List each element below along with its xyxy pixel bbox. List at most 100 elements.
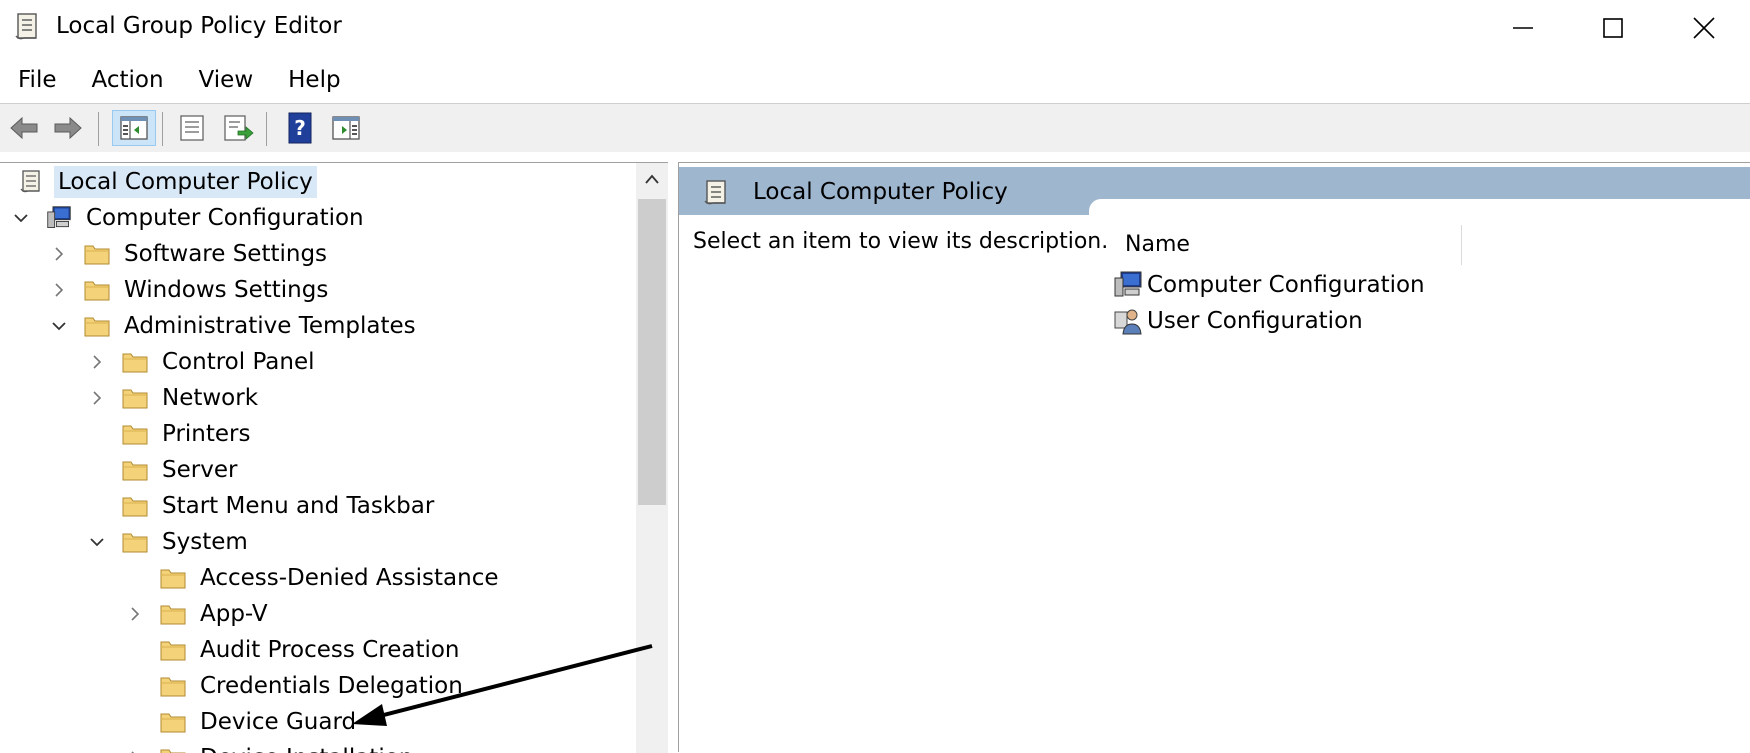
console-tree: Local Computer Policy Computer Configurat… xyxy=(0,163,636,753)
chevron-placeholder xyxy=(126,569,144,587)
list-item-user-configuration[interactable]: User Configuration xyxy=(1113,303,1363,339)
chevron-up-icon xyxy=(645,174,659,184)
properties-button[interactable] xyxy=(174,110,210,146)
chevron-right-icon[interactable] xyxy=(126,605,144,623)
chevron-down-icon[interactable] xyxy=(12,209,30,227)
folder-icon xyxy=(84,281,110,301)
tree-item[interactable]: Device Guard xyxy=(126,705,360,739)
back-button[interactable] xyxy=(6,110,42,146)
toolbar-separator xyxy=(98,112,99,146)
toolbar-separator xyxy=(162,112,163,146)
details-header-title: Local Computer Policy xyxy=(753,179,1008,205)
forward-button[interactable] xyxy=(50,110,86,146)
tree-item-label: Start Menu and Taskbar xyxy=(162,493,435,519)
list-item-computer-configuration[interactable]: Computer Configuration xyxy=(1113,267,1425,303)
show-hide-console-tree-button[interactable] xyxy=(112,110,156,146)
menu-action[interactable]: Action xyxy=(74,58,181,102)
chevron-right-icon[interactable] xyxy=(126,749,144,753)
details-pane: Local Computer Policy Select an item to … xyxy=(678,162,1750,752)
tree-item[interactable]: Control Panel xyxy=(88,345,319,379)
tree-item-label: Printers xyxy=(162,421,251,447)
tree-item-label: Software Settings xyxy=(124,241,328,267)
tree-item[interactable]: Windows Settings xyxy=(50,273,332,307)
tree-item-label: Local Computer Policy xyxy=(54,166,317,198)
chevron-down-icon[interactable] xyxy=(88,533,106,551)
folder-icon xyxy=(122,497,148,517)
menu-view[interactable]: View xyxy=(181,58,271,102)
tree-item[interactable]: Credentials Delegation xyxy=(126,669,467,703)
scroll-thumb[interactable] xyxy=(638,199,666,505)
close-button[interactable] xyxy=(1658,0,1750,56)
show-hide-action-pane-button[interactable] xyxy=(328,110,364,146)
tree-item[interactable]: Access-Denied Assistance xyxy=(126,561,502,595)
chevron-down-icon[interactable] xyxy=(50,317,68,335)
folder-icon xyxy=(84,245,110,265)
show-hide-console-tree-icon xyxy=(120,116,148,140)
tree-item-label: Device Installation xyxy=(196,742,417,753)
chevron-placeholder xyxy=(88,461,106,479)
tree-item-label: Administrative Templates xyxy=(124,313,416,339)
show-hide-action-pane-icon xyxy=(332,116,360,140)
folder-icon xyxy=(84,317,110,337)
tree-item[interactable]: Administrative Templates xyxy=(50,309,420,343)
minimize-button[interactable] xyxy=(1477,0,1569,56)
list-item-label: User Configuration xyxy=(1147,308,1363,334)
folder-icon xyxy=(160,677,186,697)
tree-item-label: Computer Configuration xyxy=(86,205,364,231)
folder-icon xyxy=(160,641,186,661)
scroll-up-button[interactable] xyxy=(636,163,668,195)
user-icon xyxy=(1114,309,1142,335)
export-list-button[interactable] xyxy=(220,110,256,146)
forward-icon xyxy=(54,116,82,140)
tree-item[interactable]: Audit Process Creation xyxy=(126,633,464,667)
chevron-placeholder xyxy=(126,713,144,731)
close-icon xyxy=(1693,17,1715,39)
policy-scroll-icon xyxy=(15,13,37,40)
tree-item[interactable]: Computer Configuration xyxy=(12,201,368,235)
console-tree-pane: Local Computer Policy Computer Configurat… xyxy=(0,162,668,753)
tree-item[interactable]: Device Installation xyxy=(126,741,417,753)
column-header-name[interactable]: Name xyxy=(1117,225,1462,265)
computer-icon xyxy=(47,206,71,228)
tree-item[interactable]: App-V xyxy=(126,597,272,631)
toolbar-separator xyxy=(266,112,267,146)
folder-icon xyxy=(122,389,148,409)
tree-item[interactable]: Start Menu and Taskbar xyxy=(88,489,438,523)
tree-item-label: Network xyxy=(162,385,259,411)
chevron-right-icon[interactable] xyxy=(50,245,68,263)
back-icon xyxy=(10,116,38,140)
help-button[interactable]: ? xyxy=(282,110,318,146)
tree-item-label: Windows Settings xyxy=(124,277,329,303)
title-bar: Local Group Policy Editor xyxy=(0,0,1750,56)
item-description: Select an item to view its description. xyxy=(693,229,1109,254)
tree-item-label: Audit Process Creation xyxy=(200,637,460,663)
computer-icon xyxy=(1114,271,1142,297)
svg-text:?: ? xyxy=(294,116,306,140)
chevron-placeholder xyxy=(126,641,144,659)
policy-scroll-icon xyxy=(704,180,726,205)
maximize-icon xyxy=(1603,18,1623,38)
chevron-right-icon[interactable] xyxy=(88,389,106,407)
menu-file[interactable]: File xyxy=(0,58,74,102)
tree-item[interactable]: Server xyxy=(88,453,241,487)
folder-icon xyxy=(160,605,186,625)
chevron-placeholder xyxy=(126,677,144,695)
tree-item[interactable]: System xyxy=(88,525,252,559)
minimize-icon xyxy=(1513,27,1533,29)
folder-icon xyxy=(122,425,148,445)
policy-scroll-icon xyxy=(20,170,40,193)
chevron-right-icon[interactable] xyxy=(88,353,106,371)
chevron-right-icon[interactable] xyxy=(50,281,68,299)
tree-scrollbar[interactable] xyxy=(636,163,668,753)
list-item-label: Computer Configuration xyxy=(1147,272,1425,298)
menu-help[interactable]: Help xyxy=(270,58,357,102)
window-title: Local Group Policy Editor xyxy=(56,13,342,39)
tree-item[interactable]: Printers xyxy=(88,417,255,451)
maximize-button[interactable] xyxy=(1567,0,1659,56)
tree-item[interactable]: Network xyxy=(88,381,262,415)
tree-item[interactable]: Software Settings xyxy=(50,237,331,271)
tree-item-label: App-V xyxy=(200,601,268,627)
chevron-placeholder xyxy=(88,425,106,443)
tree-item-label: Credentials Delegation xyxy=(200,673,463,699)
tree-item[interactable]: Local Computer Policy xyxy=(18,165,317,199)
